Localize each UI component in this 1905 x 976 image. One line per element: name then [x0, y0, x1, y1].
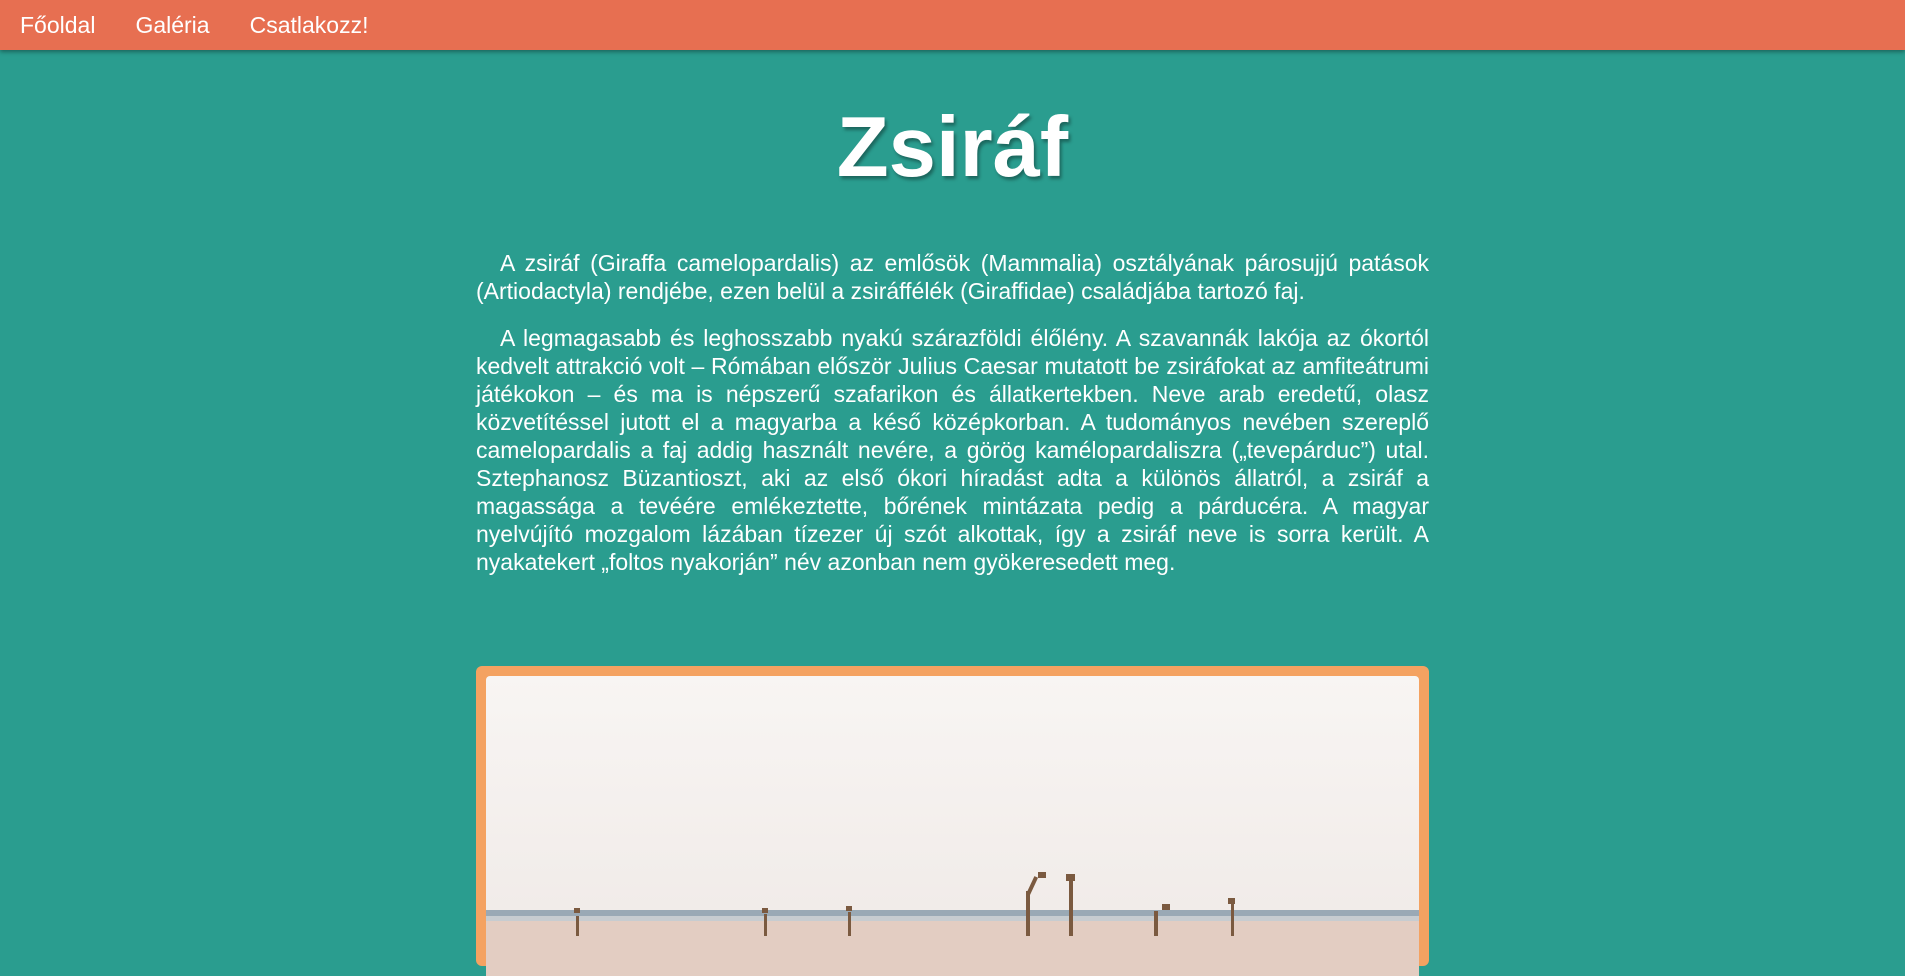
nav-link-join[interactable]: Csatlakozz! [250, 12, 369, 39]
giraffe-herd-photo [486, 676, 1419, 976]
nav-link-home[interactable]: Főoldal [20, 12, 95, 39]
description-paragraph: A legmagasabb és leghosszabb nyakú szára… [476, 325, 1429, 575]
article-content: A zsiráf (Giraffa camelopardalis) az eml… [476, 249, 1429, 595]
intro-paragraph: A zsiráf (Giraffa camelopardalis) az eml… [476, 250, 1429, 304]
top-navbar: Főoldal Galéria Csatlakozz! [0, 0, 1905, 50]
nav-link-gallery[interactable]: Galéria [135, 12, 209, 39]
page-title: Zsiráf [836, 100, 1069, 195]
photo-frame [476, 666, 1429, 976]
